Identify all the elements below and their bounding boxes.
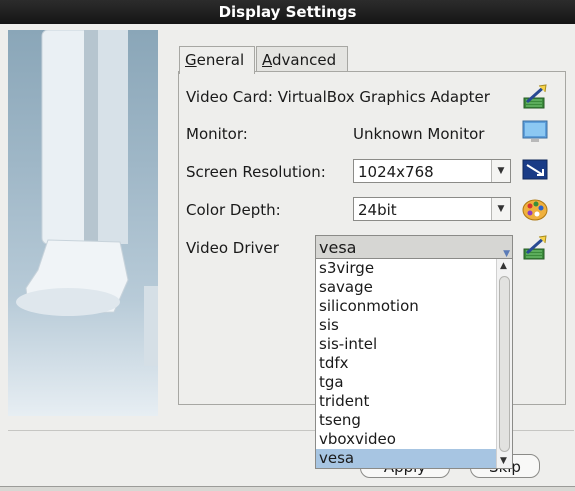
screen-preview-icon[interactable] xyxy=(520,157,550,185)
video-card-row: Video Card: VirtualBox Graphics Adapter xyxy=(186,88,490,106)
color-depth-select[interactable]: 24bit ▼ xyxy=(353,197,511,221)
screen-resolution-label: Screen Resolution: xyxy=(186,163,326,181)
driver-option[interactable]: s3virge xyxy=(316,259,499,278)
scroll-down-icon[interactable]: ▼ xyxy=(500,456,507,466)
color-palette-icon[interactable] xyxy=(520,195,550,223)
screen-resolution-select[interactable]: 1024x768 ▼ xyxy=(353,159,511,183)
monitor-value: Unknown Monitor xyxy=(353,125,485,143)
driver-option[interactable]: sis xyxy=(316,316,499,335)
driver-option[interactable]: trident xyxy=(316,392,499,411)
driver-option[interactable]: savage xyxy=(316,278,499,297)
scrollbar-thumb[interactable] xyxy=(499,276,510,452)
tab-advanced[interactable]: Advanced xyxy=(256,46,348,73)
color-depth-label: Color Depth: xyxy=(186,201,281,219)
scroll-up-icon[interactable]: ▲ xyxy=(500,261,507,271)
video-driver-select[interactable]: vesa ▼ xyxy=(315,235,513,259)
monitor-icon[interactable] xyxy=(520,118,550,146)
configure-wizard-icon[interactable] xyxy=(520,82,550,110)
monitor-photo xyxy=(8,30,158,416)
video-driver-dropdown[interactable]: s3virge savage siliconmotion sis sis-int… xyxy=(315,259,513,469)
driver-option[interactable]: vboxvideo xyxy=(316,430,499,449)
chevron-down-icon: ▼ xyxy=(491,198,510,220)
driver-option[interactable]: tseng xyxy=(316,411,499,430)
configure-wizard-icon[interactable] xyxy=(520,233,550,261)
driver-option[interactable]: siliconmotion xyxy=(316,297,499,316)
video-driver-label: Video Driver xyxy=(186,239,279,257)
dropdown-scrollbar[interactable]: ▲ ▼ xyxy=(496,259,512,468)
driver-option-selected[interactable]: vesa xyxy=(316,449,499,468)
bottom-edge xyxy=(0,486,575,491)
monitor-label: Monitor: xyxy=(186,125,248,143)
tab-general[interactable]: General xyxy=(179,46,255,74)
driver-option[interactable]: tdfx xyxy=(316,354,499,373)
driver-option[interactable]: tga xyxy=(316,373,499,392)
driver-option[interactable]: sis-intel xyxy=(316,335,499,354)
chevron-down-icon: ▼ xyxy=(491,160,510,182)
window-title: Display Settings xyxy=(0,0,575,24)
